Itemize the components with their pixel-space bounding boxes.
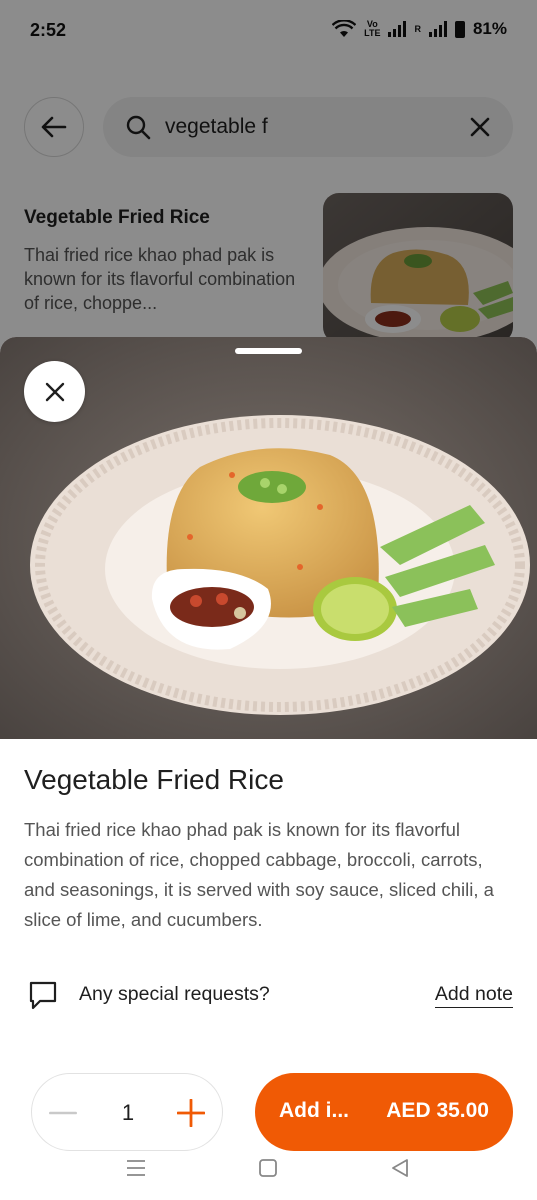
decrease-quantity-button[interactable] [48, 1098, 78, 1128]
back-nav-button[interactable] [388, 1157, 412, 1179]
square-icon [259, 1159, 277, 1177]
home-button[interactable] [256, 1157, 280, 1179]
minus-icon [49, 1111, 77, 1115]
add-to-cart-price: AED 35.00 [386, 1099, 489, 1122]
item-title: Vegetable Fried Rice [24, 764, 284, 795]
plus-icon [177, 1099, 205, 1127]
triangle-back-icon [392, 1159, 408, 1177]
add-to-cart-button[interactable]: Add i... AED 35.00 [255, 1073, 513, 1151]
add-to-cart-label: Add i... [279, 1099, 349, 1122]
close-button[interactable] [24, 361, 85, 422]
add-note-link[interactable]: Add note [434, 983, 513, 1008]
quantity-value: 1 [121, 1100, 135, 1125]
item-detail-sheet: Vegetable Fried Rice Thai fried rice kha… [0, 337, 537, 1200]
special-requests-row[interactable]: Any special requests? Add note [24, 977, 513, 1013]
special-requests-label: Any special requests? [79, 983, 270, 1005]
sheet-drag-handle[interactable] [235, 348, 302, 354]
system-navigation-bar [0, 1147, 537, 1200]
quantity-stepper: 1 [31, 1073, 223, 1151]
menu-icon [127, 1160, 145, 1176]
chat-bubble-icon [29, 981, 57, 1010]
close-icon [45, 382, 64, 401]
item-description: Thai fried rice khao phad pak is known f… [24, 819, 494, 930]
item-image [0, 337, 537, 739]
increase-quantity-button[interactable] [176, 1098, 206, 1128]
recent-apps-button[interactable] [124, 1157, 148, 1179]
